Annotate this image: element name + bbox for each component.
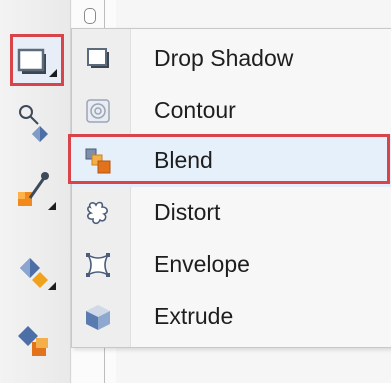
menu-item-label: Extrude: [154, 303, 234, 329]
transparency-tool-button[interactable]: [14, 100, 54, 142]
effects-tool-button[interactable]: [10, 34, 64, 86]
menu-item-label: Drop Shadow: [154, 45, 294, 71]
menu-item-extrude[interactable]: Extrude: [72, 291, 391, 343]
drop-shadow-tool-icon: [17, 48, 57, 77]
menu-item-label: Distort: [154, 199, 221, 225]
envelope-icon: [84, 251, 112, 279]
highlight-frame: [68, 134, 390, 184]
ruler-marker: [84, 8, 96, 24]
eyedropper-tool-button[interactable]: [14, 168, 56, 210]
extrude-icon: [84, 303, 112, 331]
toolbox: [0, 0, 71, 383]
drop-shadow-icon: [84, 45, 112, 73]
corel-effects-flyout-screen: Drop Shadow Contour Blend Distort Envelo…: [0, 0, 391, 383]
contour-icon: [84, 97, 112, 125]
effects-flyout-menu: Drop Shadow Contour Blend Distort Envelo…: [68, 28, 391, 348]
blend-tool-button[interactable]: [14, 318, 54, 358]
menu-item-drop-shadow[interactable]: Drop Shadow: [72, 33, 391, 85]
interactive-fill-tool-button[interactable]: [14, 248, 56, 290]
menu-item-distort[interactable]: Distort: [72, 187, 391, 239]
menu-item-label: Contour: [154, 97, 236, 123]
menu-item-label: Envelope: [154, 251, 250, 277]
blend-icon: [84, 147, 112, 175]
menu-item-label: Blend: [154, 147, 213, 173]
eyedropper-tool-icon: [18, 172, 56, 210]
menu-item-blend[interactable]: Blend: [68, 134, 391, 187]
blend-tool-icon: [18, 326, 48, 356]
distort-icon: [84, 199, 112, 227]
menu-item-envelope[interactable]: Envelope: [72, 239, 391, 291]
interactive-fill-tool-icon: [20, 258, 56, 290]
transparency-tool-icon: [19, 105, 48, 142]
menu-item-contour[interactable]: Contour: [72, 85, 391, 137]
